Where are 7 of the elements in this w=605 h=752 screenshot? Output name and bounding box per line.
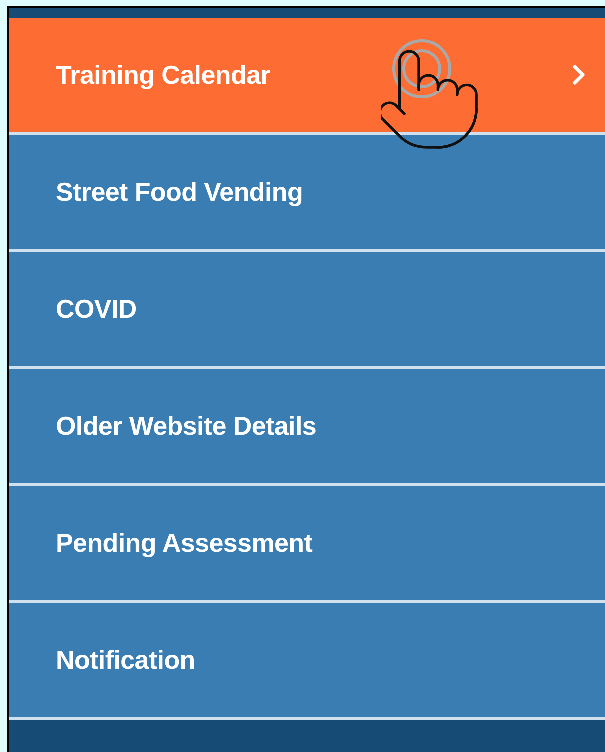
- menu-item[interactable]: Training Calendar: [9, 18, 605, 135]
- menu-item[interactable]: Pending Assessment: [9, 486, 605, 603]
- chevron-icon: [571, 64, 587, 86]
- menu-item[interactable]: Street Food Vending: [9, 135, 605, 252]
- menu-item[interactable]: Older Website Details: [9, 369, 605, 486]
- menu-item[interactable]: COVID: [9, 252, 605, 369]
- menu-item[interactable]: Notification: [9, 603, 605, 720]
